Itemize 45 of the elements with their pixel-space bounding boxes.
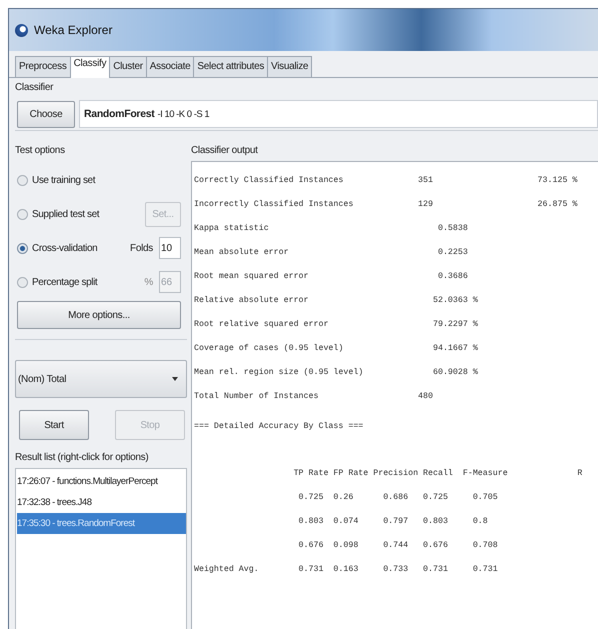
classifier-field[interactable]: RandomForest -I 10 -K 0 -S 1 [79,100,598,128]
output-line: Correctly Classified Instances 351 73.125 % [194,175,578,187]
output-line: Coverage of cases (0.95 level) 94.1667 % [194,343,479,355]
section-label: Classifier output [191,144,259,158]
output-line: Kappa statistic 0.5838 [194,223,469,235]
tab[interactable]: Classify [70,56,110,78]
output-line: 0.803 0.074 0.797 0.803 0.8 [298,516,489,528]
caret-icon [172,377,178,381]
output-line: Root relative squared error 79.2297 % [194,319,479,331]
output-line: Relative absolute error 52.0363 % [194,295,479,307]
classifier-name: RandomForest [84,108,154,120]
tab[interactable]: Visualize [267,56,312,77]
tab[interactable]: Preprocess [15,56,71,77]
app-icon [15,24,28,36]
class-dropdown[interactable]: (Nom) Total [15,360,187,398]
radio-button[interactable]: Percentage split [17,276,98,288]
field-label: % [144,276,153,288]
tab[interactable]: Select attributes [193,56,268,77]
section-label: Classifier [15,81,54,95]
output-line: Root mean squared error 0.3686 [194,271,469,283]
output-line: 0.725 0.26 0.686 0.725 0.705 [298,492,499,504]
more-options-button[interactable]: More options... [17,301,181,329]
input-field[interactable]: 10 [159,237,181,259]
classifier-options: -I 10 -K 0 -S 1 [158,108,210,120]
radio-button[interactable]: Cross-validation [17,242,98,254]
tab[interactable]: Associate [146,56,194,77]
output-line: === Detailed Accuracy By Class === [194,421,364,433]
output-line: 0.676 0.098 0.744 0.676 0.708 [298,540,499,552]
radio-button[interactable]: Supplied test set [17,208,100,220]
output-line: Incorrectly Classified Instances 129 26.875 % [194,199,578,211]
tab[interactable]: Cluster [109,56,147,77]
section-label: Test options [15,144,66,158]
radio-button[interactable]: Use training set [17,174,96,186]
run-button[interactable]: Start [19,410,89,440]
choose-button[interactable]: Choose [17,100,75,128]
output-line: Total Number of Instances 480 [194,391,434,403]
section-label: Result list (right-click for options) [15,451,150,465]
output-line: TP Rate FP Rate Precision Recall F-Measure R [292,468,584,480]
output-line: Weighted Avg. 0.731 0.163 0.733 0.731 0.731 [194,564,499,576]
output-line: Mean rel. region size (0.95 level) 60.9028 % [194,367,479,379]
field-label: Folds [130,242,153,254]
result-item[interactable]: 17:26:07 - functions.MultilayerPercept [17,471,186,492]
result-item[interactable]: 17:32:38 - trees.J48 [17,492,186,513]
window-title: Weka Explorer [34,23,112,37]
output-line: Mean absolute error 0.2253 [194,247,469,259]
